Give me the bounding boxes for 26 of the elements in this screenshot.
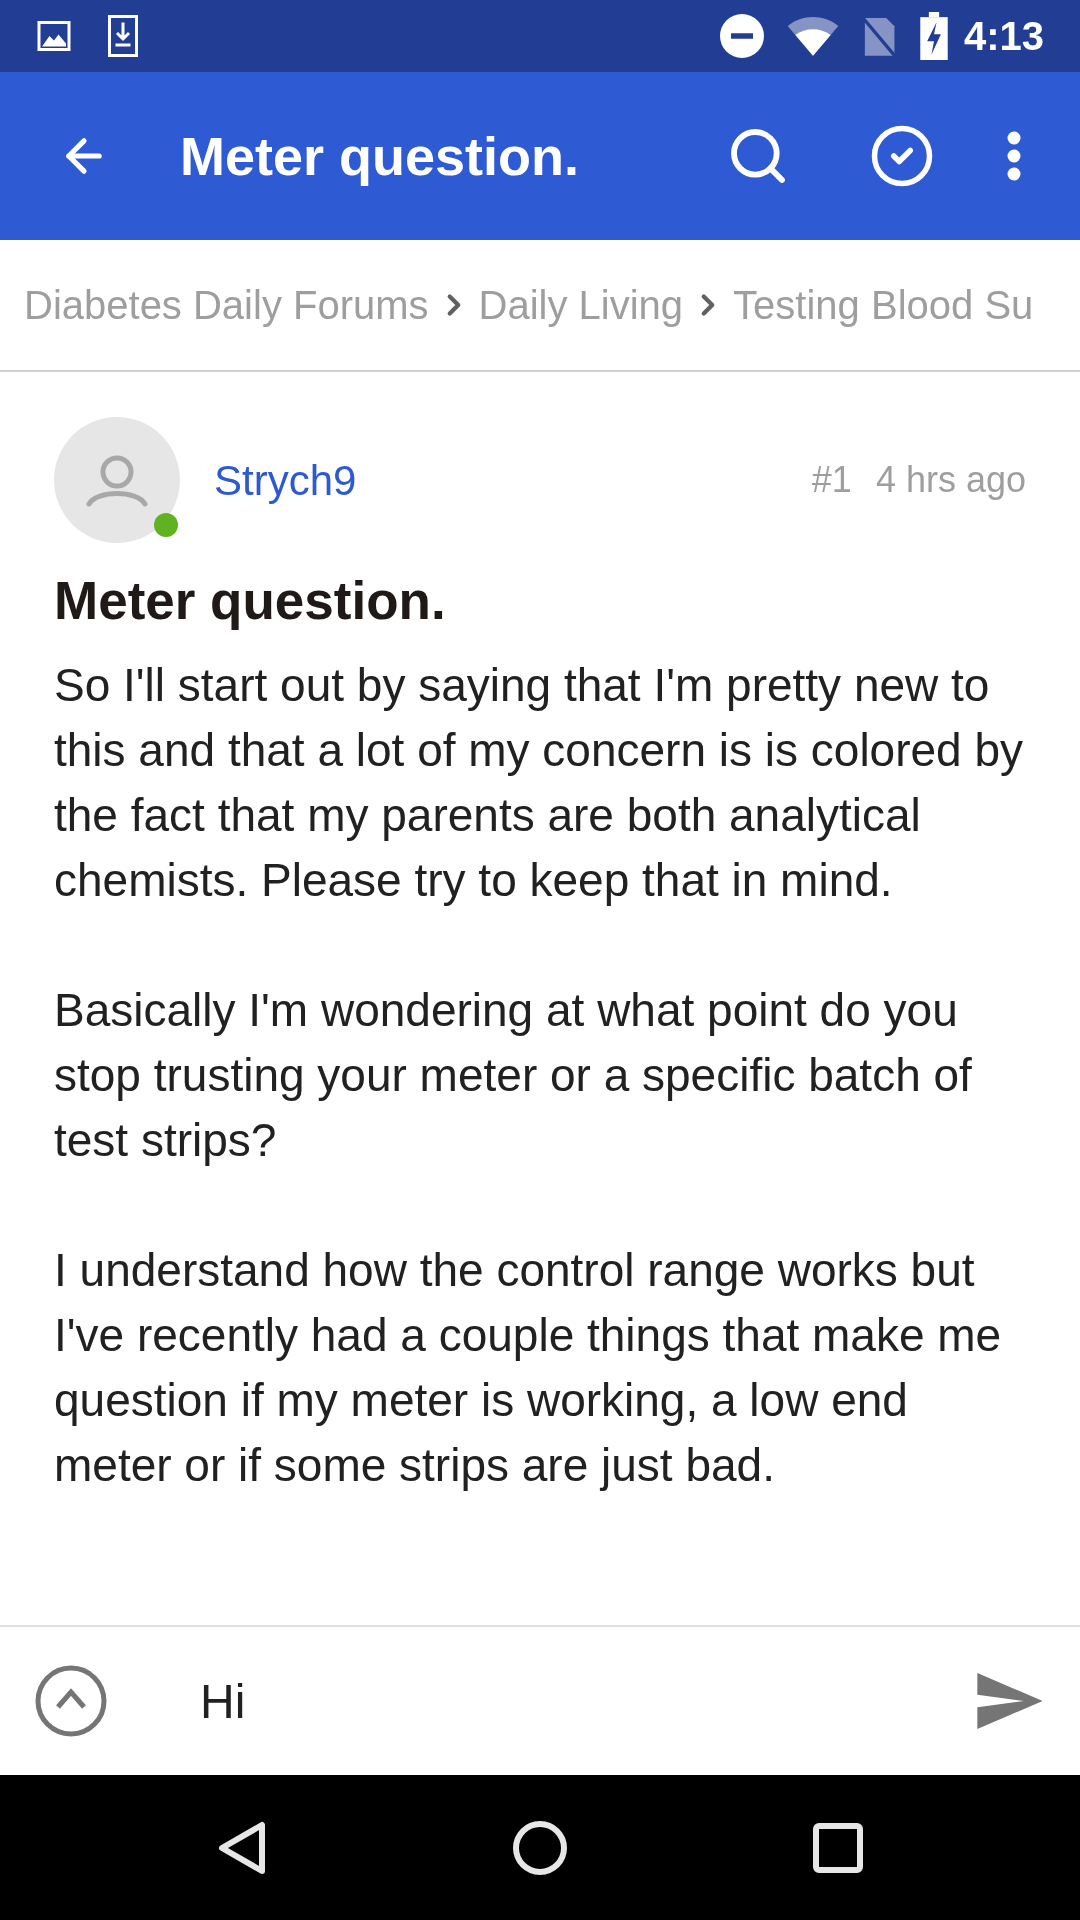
back-triangle-icon <box>218 1820 266 1875</box>
recents-square-icon <box>813 1822 863 1873</box>
home-circle-icon <box>512 1819 568 1876</box>
battery-charging-icon <box>919 12 948 60</box>
check-circle-icon <box>869 123 935 189</box>
post-time: 4 hrs ago <box>875 458 1026 502</box>
app-bar-title: Meter question. <box>180 124 580 188</box>
post-title: Meter question. <box>54 570 447 632</box>
more-icon <box>1007 131 1021 181</box>
message-input[interactable]: Hi <box>200 1651 974 1751</box>
chevron-up-circle-icon <box>34 1664 108 1738</box>
post-paragraph: So I'll start out by saying that I'm pretty new to this and that a lot of my concern is is colored by the fact that my parents are both analytical chemists. Please try to keep that in mind. <box>54 658 1025 908</box>
status-time: 4:13 <box>963 16 1044 56</box>
expand-button[interactable] <box>34 1664 108 1738</box>
image-notification-icon <box>36 18 72 54</box>
do-not-disturb-icon <box>719 14 764 58</box>
breadcrumb-link[interactable]: Daily Living <box>478 275 684 335</box>
download-notification-icon <box>108 14 138 58</box>
post-number: #1 <box>811 458 852 502</box>
breadcrumb-link[interactable]: Diabetes Daily Forums <box>24 275 429 335</box>
breadcrumb-link[interactable]: Testing Blood Su <box>733 275 1034 335</box>
post-paragraph: Basically I'm wondering at what point do you stop trusting your meter or a specific batch of test strips? <box>54 983 973 1168</box>
author-link[interactable]: Strych9 <box>214 448 357 512</box>
wifi-icon <box>785 14 840 58</box>
post-paragraph: I understand how the control range works but I've recently had a couple things that make me question if my meter is working, a low end meter or if some strips are just bad. <box>54 1243 1003 1493</box>
send-icon <box>977 1673 1043 1729</box>
